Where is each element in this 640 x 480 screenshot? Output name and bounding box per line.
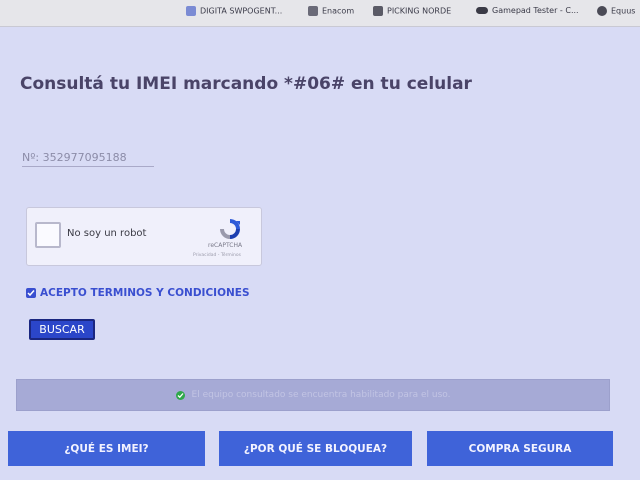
bookmarks-bar: DIGITA SWPOGENT... Enacom PICKING NORDE …: [0, 0, 640, 27]
bookmark-item[interactable]: DIGITA SWPOGENT...: [186, 6, 282, 16]
bookmark-item-equus[interactable]: Equus: [597, 6, 635, 16]
recaptcha-brand: reCAPTCHA: [208, 242, 243, 249]
terms-label: ACEPTO TERMINOS Y CONDICIONES: [40, 287, 250, 299]
imei-input[interactable]: [22, 149, 154, 166]
why-blocked-button[interactable]: ¿POR QUÉ SE BLOQUEA?: [219, 431, 412, 466]
search-button[interactable]: BUSCAR: [29, 319, 95, 340]
bookmark-item-gamepad[interactable]: Gamepad Tester - C...: [476, 6, 579, 15]
recaptcha-icon: [220, 219, 240, 239]
bookmark-icon: [186, 6, 196, 16]
globe-icon: [597, 6, 607, 16]
picking-icon: [373, 6, 383, 16]
terms-checkbox-row[interactable]: ACEPTO TERMINOS Y CONDICIONES: [26, 287, 250, 299]
bookmark-label: Equus: [611, 6, 636, 16]
what-is-imei-button[interactable]: ¿QUÉ ES IMEI?: [8, 431, 205, 466]
recaptcha-checkbox[interactable]: [35, 222, 61, 248]
recaptcha-widget: No soy un robot reCAPTCHA Privacidad - T…: [26, 207, 262, 266]
checkmark-icon: [27, 290, 35, 297]
bookmark-label: PICKING NORDE: [387, 6, 452, 16]
recaptcha-links[interactable]: Privacidad - Términos: [193, 253, 241, 258]
bookmark-label: Gamepad Tester - C...: [492, 6, 579, 15]
gamepad-icon: [476, 7, 488, 14]
page-title: Consultá tu IMEI marcando *#06# en tu ce…: [20, 74, 472, 94]
imei-field-wrapper: [22, 146, 154, 167]
safe-purchase-button[interactable]: COMPRA SEGURA: [427, 431, 613, 466]
check-circle-icon: [175, 390, 185, 400]
bookmark-item-picking[interactable]: PICKING NORDE: [373, 6, 451, 16]
status-message: El equipo consultado se encuentra habili…: [191, 390, 451, 400]
bookmark-label: Enacom: [322, 6, 355, 16]
enacom-icon: [308, 6, 318, 16]
bookmark-label: DIGITA SWPOGENT...: [200, 6, 283, 16]
recaptcha-label: No soy un robot: [67, 228, 147, 239]
status-banner: El equipo consultado se encuentra habili…: [16, 379, 610, 411]
terms-checkbox[interactable]: [26, 288, 36, 298]
bookmark-item-enacom[interactable]: Enacom: [308, 6, 354, 16]
